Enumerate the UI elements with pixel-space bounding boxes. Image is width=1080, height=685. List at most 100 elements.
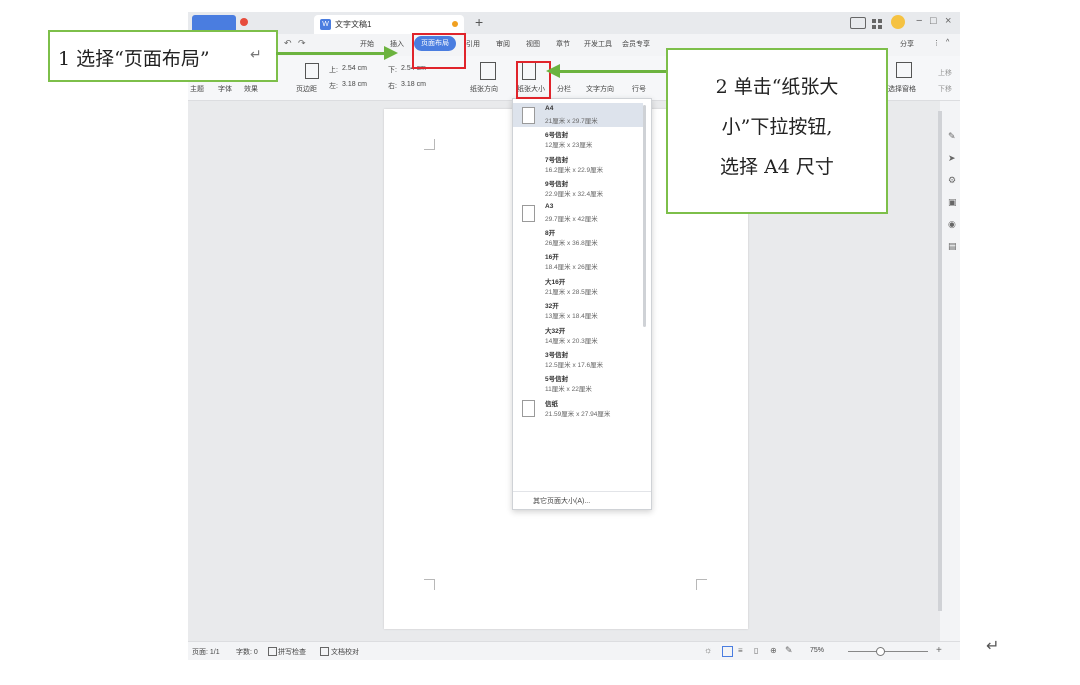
paper-size-name: 5号信封 — [545, 376, 569, 384]
menu-developer[interactable]: 开发工具 — [584, 39, 612, 49]
paper-size-option[interactable]: 5号信封 11厘米 x 22厘米 — [513, 371, 643, 395]
menu-home[interactable]: 开始 — [360, 39, 374, 49]
step1-callout: 1 选择“页面布局” ↵ — [48, 30, 278, 82]
page-count: 页面: 1/1 — [192, 649, 220, 656]
margin-left-label: 左: — [329, 83, 338, 90]
paper-size-option[interactable]: 7号信封 16.2厘米 x 22.9厘米 — [513, 152, 643, 176]
menu-member[interactable]: 会员专享 — [622, 39, 650, 49]
reading-view-icon[interactable]: ▯ — [754, 646, 758, 655]
margin-left-input[interactable]: 3.18 cm — [342, 81, 367, 88]
undo-icon[interactable]: ↶ — [284, 38, 292, 49]
zoom-in-icon[interactable]: + — [936, 645, 942, 656]
margin-mark — [424, 579, 435, 590]
step2-arrow — [556, 70, 666, 73]
document-tab[interactable]: W 文字文稿1 — [314, 15, 464, 34]
avatar[interactable] — [891, 15, 905, 29]
maximize-button[interactable]: □ — [930, 15, 937, 27]
paper-size-option[interactable]: 8开 26厘米 x 36.8厘米 — [513, 225, 643, 249]
step2-text-line3: 选择 A4 尺寸 — [720, 156, 834, 178]
vertical-scrollbar[interactable] — [938, 111, 942, 611]
paper-size-dimensions: 21厘米 x 28.5厘米 — [545, 288, 598, 296]
page-icon — [522, 399, 535, 417]
paper-size-option[interactable]: 16开 18.4厘米 x 26厘米 — [513, 249, 643, 273]
document-tab-title: 文字文稿1 — [335, 20, 372, 29]
collapse-ribbon-button[interactable]: ^ — [946, 39, 949, 46]
paper-size-option[interactable]: 3号信封 12.5厘米 x 17.6厘米 — [513, 347, 643, 371]
zoom-slider[interactable] — [848, 651, 928, 652]
paper-size-option[interactable]: 32开 13厘米 x 18.4厘米 — [513, 298, 643, 322]
settings-icon[interactable]: ⚙ — [948, 175, 956, 186]
outline-view-icon[interactable]: ≡ — [738, 646, 743, 655]
pen-icon[interactable]: ✎ — [948, 131, 956, 142]
page-view-icon[interactable] — [722, 646, 733, 657]
web-view-icon[interactable]: ⊕ — [770, 646, 777, 655]
dropdown-scrollbar[interactable] — [643, 105, 646, 327]
new-tab-button[interactable]: + — [475, 14, 483, 30]
paper-size-option[interactable]: 大16开 21厘米 x 28.5厘米 — [513, 274, 643, 298]
margins-button[interactable]: 页边距 — [296, 84, 317, 94]
menu-section[interactable]: 章节 — [556, 39, 570, 49]
status-bar: 页面: 1/1 字数: 0 拼写检查 文档校对 ☼ ≡ ▯ ⊕ ✎ 75% + — [188, 641, 960, 660]
location-icon[interactable]: ◉ — [948, 219, 956, 230]
paper-size-dimensions: 18.4厘米 x 26厘米 — [545, 264, 598, 272]
font-theme-button[interactable]: 字体 — [218, 84, 232, 94]
menu-references[interactable]: 引用 — [466, 39, 480, 49]
layout-icon[interactable] — [850, 17, 866, 29]
move-down-button[interactable]: 下移 — [938, 84, 952, 94]
paper-size-name: 7号信封 — [545, 156, 569, 164]
step2-callout: 2 单击“纸张大 小”下拉按钮, 选择 A4 尺寸 — [666, 48, 888, 214]
paper-size-option[interactable]: A4 21厘米 x 29.7厘米 — [513, 103, 643, 127]
select-pane-button[interactable]: 选择窗格 — [888, 84, 916, 94]
margin-right-input[interactable]: 3.18 cm — [401, 81, 426, 88]
move-up-button[interactable]: 上移 — [938, 68, 952, 78]
spell-check-button[interactable]: 拼写检查 — [278, 647, 306, 657]
theme-button[interactable]: 主题 — [190, 84, 204, 94]
image-icon[interactable]: ▣ — [948, 197, 957, 208]
redo-icon[interactable]: ↷ — [298, 38, 306, 49]
proofread-button[interactable]: 文档校对 — [331, 647, 359, 657]
menu-view[interactable]: 视图 — [526, 39, 540, 49]
paper-size-dimensions: 22.9厘米 x 32.4厘米 — [545, 191, 604, 199]
more-menu-button[interactable]: ⋮ — [933, 39, 940, 47]
other-page-size-item[interactable]: 其它页面大小(A)... — [533, 496, 590, 506]
grid-icon[interactable] — [872, 17, 883, 29]
margin-right-label: 右: — [388, 83, 397, 90]
paper-size-dimensions: 12厘米 x 23厘米 — [545, 142, 593, 150]
paper-size-option[interactable]: 信纸 21.59厘米 x 27.94厘米 — [513, 396, 643, 420]
pen-mode-icon[interactable]: ✎ — [785, 645, 793, 656]
line-number-button[interactable]: 行号 — [632, 84, 646, 94]
cursor-icon[interactable]: ➤ — [948, 153, 956, 164]
paper-size-option[interactable]: 6号信封 12厘米 x 23厘米 — [513, 127, 643, 151]
select-pane-icon — [896, 62, 912, 78]
paper-size-name: A3 — [545, 202, 554, 210]
paper-size-dimensions: 21.59厘米 x 27.94厘米 — [545, 410, 611, 418]
zoom-level[interactable]: 75% — [810, 647, 824, 654]
paper-size-option[interactable]: 9号信封 22.9厘米 x 32.4厘米 — [513, 176, 643, 200]
word-count[interactable]: 字数: 0 — [236, 647, 258, 657]
close-button[interactable]: × — [945, 15, 951, 27]
margins-icon — [305, 63, 319, 79]
orientation-icon — [480, 62, 496, 80]
paper-size-dimensions: 11厘米 x 22厘米 — [545, 386, 592, 394]
step1-arrow — [276, 52, 386, 55]
paper-size-option[interactable]: 大32开 14厘米 x 20.3厘米 — [513, 323, 643, 347]
zoom-slider-thumb[interactable] — [876, 647, 885, 656]
paper-size-option[interactable]: A3 29.7厘米 x 42厘米 — [513, 201, 643, 225]
minimize-button[interactable]: − — [916, 15, 922, 27]
share-button[interactable]: 分享 — [900, 39, 914, 49]
margin-mark — [696, 579, 707, 590]
paper-size-dropdown: A4 21厘米 x 29.7厘米 6号信封 12厘米 x 23厘米 7号信封 16.2厘米… — [512, 98, 652, 510]
eye-protection-icon[interactable]: ☼ — [704, 645, 712, 655]
menu-review[interactable]: 审阅 — [496, 39, 510, 49]
effect-button[interactable]: 效果 — [244, 84, 258, 94]
paper-size-dimensions: 12.5厘米 x 17.6厘米 — [545, 362, 604, 369]
paper-size-name: 3号信封 — [545, 352, 569, 359]
margin-top-input[interactable]: 2.54 cm — [342, 65, 367, 72]
text-direction-button[interactable]: 文字方向 — [586, 84, 614, 94]
orientation-button[interactable]: 纸张方向 — [470, 84, 498, 94]
paper-size-name: A4 — [545, 105, 554, 112]
document-icon: W — [320, 19, 331, 30]
panel-icon[interactable]: ▤ — [948, 241, 957, 252]
columns-button[interactable]: 分栏 — [557, 84, 571, 94]
step2-arrowhead — [546, 64, 560, 78]
